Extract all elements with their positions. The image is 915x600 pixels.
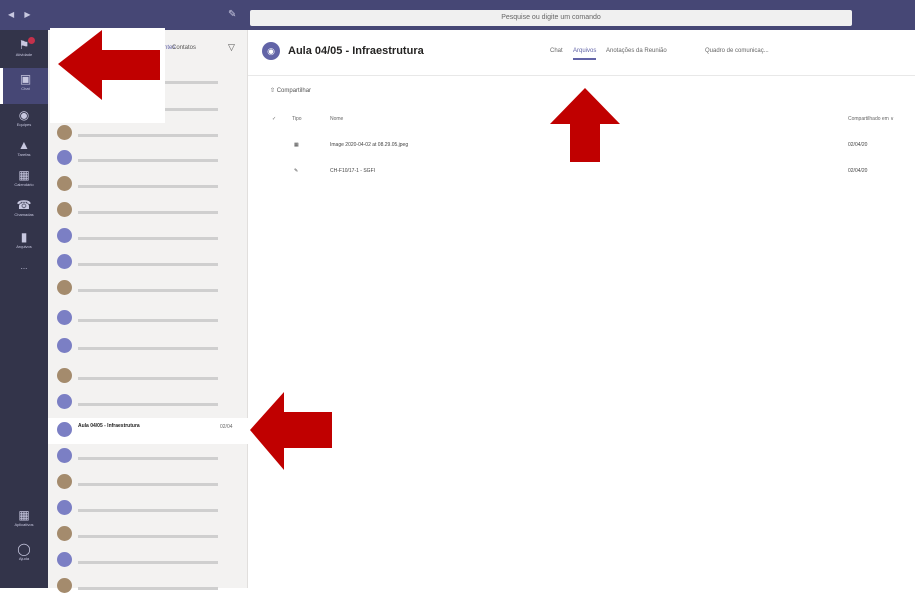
app-rail: ⚑ Atividade ▣ Chat ◉ Equipes ▲ Tarefas ▦…	[0, 30, 48, 588]
chat-item-selected[interactable]: Aula 04/05 - Infraestrutura 02/04	[48, 418, 248, 444]
rail-apps[interactable]: ▦ Aplicativos	[0, 504, 48, 540]
phone-icon: ☎	[16, 198, 32, 212]
bag-icon: ▲	[18, 138, 30, 152]
rail-calls[interactable]: ☎ Chamadas	[0, 194, 48, 230]
list-item[interactable]	[48, 496, 248, 522]
history-nav[interactable]: ◀ ▶	[8, 10, 35, 19]
list-item[interactable]	[48, 224, 248, 250]
list-item[interactable]	[48, 522, 248, 548]
annotation-arrow-up	[548, 84, 623, 162]
rail-help[interactable]: ◯ Ajuda	[0, 538, 48, 574]
list-item[interactable]	[48, 306, 248, 332]
select-all-check[interactable]: ✓	[272, 116, 276, 122]
list-item[interactable]	[48, 444, 248, 470]
share-button[interactable]: ⇧ Compartilhar	[270, 87, 311, 94]
tab-contacts[interactable]: Contatos	[172, 45, 196, 51]
chat-item-time: 02/04	[220, 424, 233, 430]
tab-chat[interactable]: Chat	[550, 48, 563, 54]
col-shared[interactable]: Compartilhado em ∨	[848, 116, 894, 122]
tab-files[interactable]: Arquivos	[573, 48, 597, 60]
share-icon: ⇧	[270, 88, 276, 94]
tab-meeting-notes[interactable]: Anotações da Reunião	[606, 48, 667, 54]
list-item[interactable]	[48, 172, 248, 198]
rail-chat[interactable]: ▣ Chat	[0, 68, 48, 104]
page-title: Aula 04/05 - Infraestrutura	[288, 45, 424, 57]
rail-activity[interactable]: ⚑ Atividade	[0, 34, 48, 70]
list-item[interactable]	[48, 146, 248, 172]
list-item[interactable]	[48, 250, 248, 276]
title-bar: ◀ ▶ ✎ Pesquise ou digite um comando	[0, 0, 915, 30]
rail-files[interactable]: ▮ Arquivos	[0, 226, 48, 262]
list-item[interactable]	[48, 364, 248, 390]
filter-icon[interactable]: ▽	[228, 42, 235, 53]
text-file-icon: ✎	[294, 168, 299, 174]
table-row[interactable]: ✎ CH-F10/17-1 - SGFI 02/04/20	[248, 160, 915, 184]
list-item[interactable]	[48, 390, 248, 416]
help-icon: ◯	[17, 542, 31, 556]
list-item[interactable]	[48, 334, 248, 360]
bell-icon: ⚑	[18, 38, 30, 52]
team-avatar: ◉	[262, 42, 280, 60]
compose-icon[interactable]: ✎	[228, 9, 236, 20]
annotation-arrow-left	[50, 28, 165, 123]
list-item[interactable]	[48, 548, 248, 574]
list-item[interactable]	[48, 121, 248, 147]
list-item[interactable]	[48, 574, 248, 600]
list-item[interactable]	[48, 276, 248, 302]
notification-badge	[28, 37, 35, 44]
list-item[interactable]	[48, 198, 248, 224]
image-file-icon: ▦	[294, 142, 299, 148]
teams-icon: ◉	[18, 108, 30, 122]
col-name[interactable]: Nome	[330, 116, 343, 122]
calendar-icon: ▦	[18, 168, 30, 182]
avatar	[57, 422, 72, 437]
rail-more[interactable]: ...	[0, 258, 48, 294]
list-item[interactable]	[48, 470, 248, 496]
chat-item-name: Aula 04/05 - Infraestrutura	[78, 423, 140, 429]
channel-header: ◉ Aula 04/05 - Infraestrutura Chat Arqui…	[248, 30, 915, 76]
search-input[interactable]: Pesquise ou digite um comando	[250, 10, 852, 26]
annotation-arrow-left-lower	[250, 392, 332, 470]
file-icon: ▮	[20, 230, 28, 244]
col-type[interactable]: Tipo	[292, 116, 302, 122]
tab-whiteboard[interactable]: Quadro de comunicaç...	[705, 48, 769, 54]
chat-icon: ▣	[19, 72, 32, 86]
apps-icon: ▦	[18, 508, 30, 522]
